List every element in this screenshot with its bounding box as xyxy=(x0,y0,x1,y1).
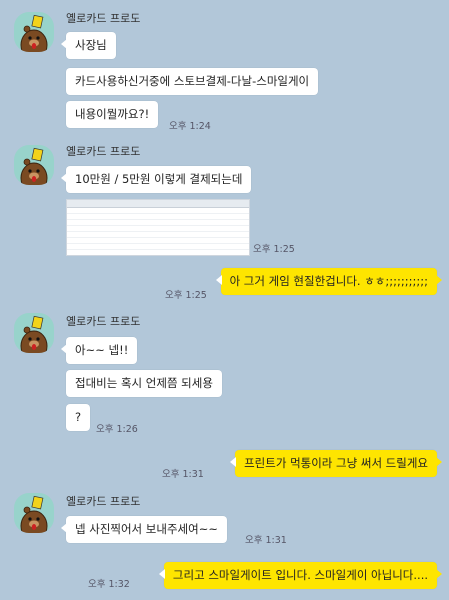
message-timestamp: 오후 1:24 xyxy=(169,121,211,132)
message-timestamp: 오후 1:25 xyxy=(253,244,295,255)
message-timestamp: 오후 1:31 xyxy=(162,469,204,480)
my-message-bubble[interactable]: 그리고 스마일게이트 입니다. 스마일게이 아닙니다.... xyxy=(158,562,443,589)
image-attachment[interactable] xyxy=(66,199,250,256)
message-timestamp: 오후 1:26 xyxy=(96,424,138,435)
message-bubble[interactable]: 접대비는 혹시 언제쯤 되세용 xyxy=(66,370,222,397)
sender-name: 옐로카드 프로도 xyxy=(66,145,141,158)
sender-name: 옐로카드 프로도 xyxy=(66,315,141,328)
my-message-bubble[interactable]: 아 그거 게임 현질한겁니다. ㅎㅎ;;;;;;;;;;; xyxy=(215,268,443,295)
image-table-row xyxy=(67,250,249,255)
message-timestamp: 오후 1:32 xyxy=(88,579,130,590)
message-bubble[interactable]: 카드사용하신거중에 스토브결제-다날-스마일게이 xyxy=(66,68,319,95)
message-bubble[interactable]: 10만원 / 5만원 이렇게 결제되는데 xyxy=(60,166,252,193)
bear-avatar-icon xyxy=(20,147,48,185)
sender-name: 옐로카드 프로도 xyxy=(66,12,141,25)
bear-avatar-icon xyxy=(20,495,48,533)
sender-name: 옐로카드 프로도 xyxy=(66,495,141,508)
image-table-header xyxy=(67,200,249,208)
message-bubble[interactable]: ? xyxy=(66,404,91,431)
my-message-bubble[interactable]: 프린트가 먹통이라 그냥 써서 드릴게요 xyxy=(230,450,442,477)
sender-avatar[interactable] xyxy=(14,313,54,353)
message-bubble[interactable]: 아~~ 넵!! xyxy=(60,337,138,364)
sender-avatar[interactable] xyxy=(14,12,54,52)
sender-avatar[interactable] xyxy=(14,145,54,185)
message-bubble[interactable]: 내용이뭘까요?! xyxy=(66,101,159,128)
message-bubble[interactable]: 넵 사진찍어서 보내주세여~~ xyxy=(61,516,227,543)
bear-avatar-icon xyxy=(20,315,48,353)
message-bubble[interactable]: 사장님 xyxy=(61,32,116,59)
bear-avatar-icon xyxy=(20,14,48,52)
message-timestamp: 오후 1:31 xyxy=(245,535,287,546)
message-timestamp: 오후 1:25 xyxy=(165,290,207,301)
sender-avatar[interactable] xyxy=(14,493,54,533)
